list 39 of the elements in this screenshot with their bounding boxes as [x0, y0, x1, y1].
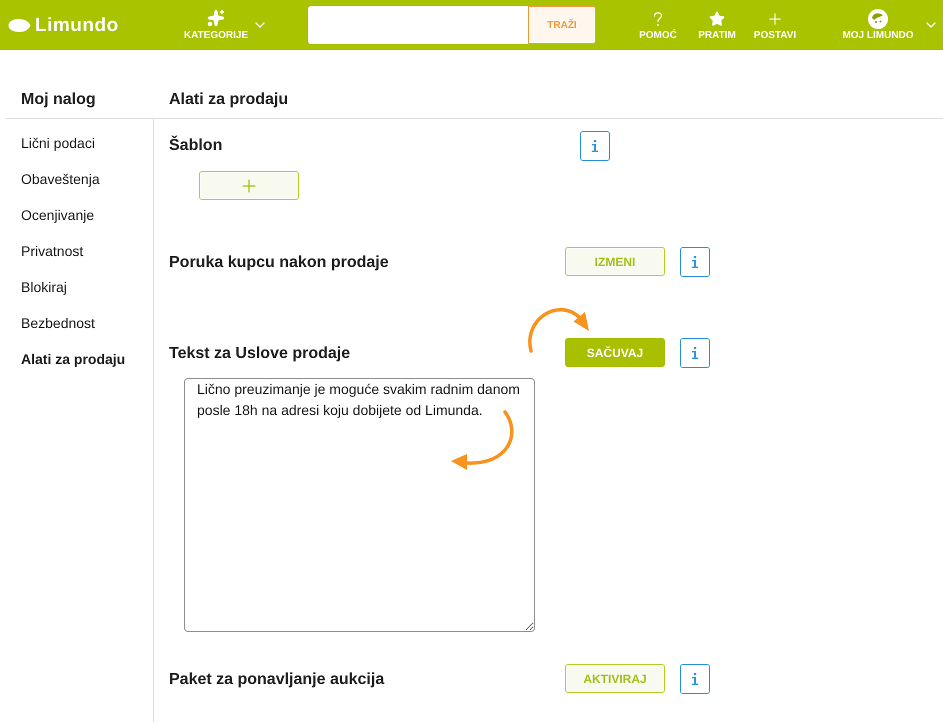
info-button[interactable] — [680, 664, 710, 694]
account-menu[interactable]: MOJ LIMUNDO — [838, 0, 918, 50]
sidebar-link[interactable]: Ocenjivanje — [21, 204, 94, 226]
question-icon — [653, 12, 663, 26]
info-icon — [691, 672, 699, 684]
action-button[interactable]: IZMENI — [565, 247, 665, 276]
search-field[interactable] — [308, 6, 528, 44]
sparkles-icon — [207, 9, 225, 27]
sidebar-link[interactable]: Privatnost — [21, 240, 84, 262]
nav-link[interactable]: POSTAVI — [750, 0, 800, 50]
section-title: Poruka kupcu nakon prodaje — [169, 253, 390, 273]
star-icon — [709, 11, 725, 27]
sidebar-link[interactable]: Bezbednost — [21, 312, 95, 334]
info-icon — [591, 140, 599, 152]
action-button[interactable]: SAČUVAJ — [565, 338, 665, 367]
avatar-icon — [868, 9, 888, 29]
info-button[interactable] — [580, 131, 610, 161]
section-title: Šablon — [169, 134, 224, 156]
info-icon — [691, 346, 699, 358]
nav-link[interactable]: POMOĆ — [633, 0, 683, 50]
action-button[interactable]: AKTIVIRAJ — [565, 664, 665, 693]
sidebar-link[interactable]: Obaveštenja — [21, 168, 100, 190]
sidebar-title: Moj nalog — [21, 90, 97, 110]
text-area[interactable]: Lično preuzimanje je moguće svakim radnim danom posle 18h na adresi koju dobijete od Limunda. — [184, 378, 535, 632]
add-button[interactable] — [199, 171, 299, 200]
categories-menu[interactable]: KATEGORIJE — [185, 0, 268, 50]
section-title: Tekst za Uslove prodaje — [169, 344, 352, 364]
info-button[interactable] — [680, 246, 710, 276]
logo-icon — [8, 18, 31, 32]
sidebar-link[interactable]: Blokiraj — [21, 276, 67, 298]
nav-link[interactable]: PRATIM — [692, 0, 742, 50]
logo-text[interactable]: Limundo — [35, 16, 119, 34]
section-title: Paket za ponavljanje aukcija — [169, 670, 386, 690]
search-button[interactable]: TRAŽI — [528, 6, 596, 44]
info-button[interactable] — [680, 338, 710, 368]
sidebar-link[interactable]: Lični podaci — [21, 132, 95, 154]
sidebar-link[interactable]: Alati za prodaju — [21, 348, 126, 370]
page-title: Alati za prodaju — [169, 90, 290, 110]
info-icon — [691, 256, 699, 268]
